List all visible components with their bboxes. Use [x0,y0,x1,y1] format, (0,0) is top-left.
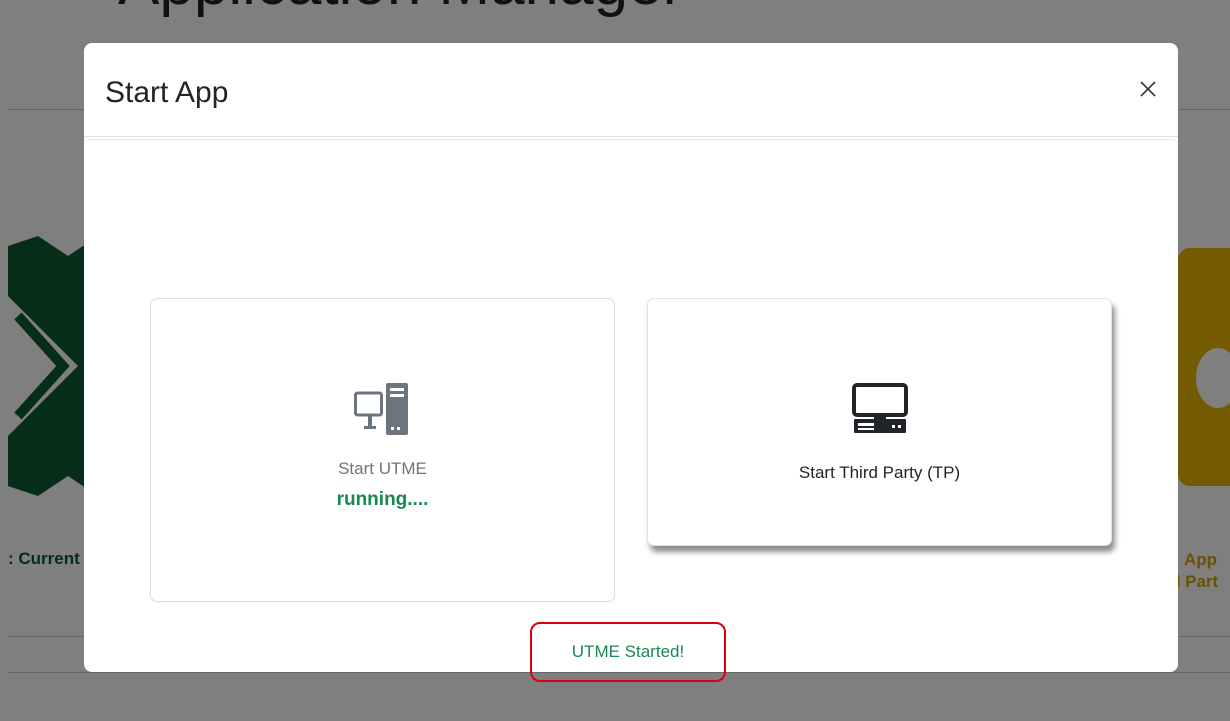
utme-status-text: running.... [336,489,429,510]
desktop-tower-icon [353,383,408,435]
modal-title: Start App [105,76,229,109]
start-third-party-card[interactable]: Start Third Party (TP) [647,298,1112,546]
start-third-party-label: Start Third Party (TP) [798,463,961,482]
utme-started-alert: UTME Started! [530,622,726,682]
computer-icon [851,383,908,433]
start-app-modal: Start App Start UTME running.... Start T… [84,43,1178,682]
modal-header: Start App [84,43,1178,137]
start-utme-card[interactable]: Start UTME running.... [150,298,615,602]
close-icon[interactable] [1136,77,1160,101]
start-utme-label: Start UTME [338,459,427,478]
modal-body: Start UTME running.... Start Third Party… [84,137,1178,682]
